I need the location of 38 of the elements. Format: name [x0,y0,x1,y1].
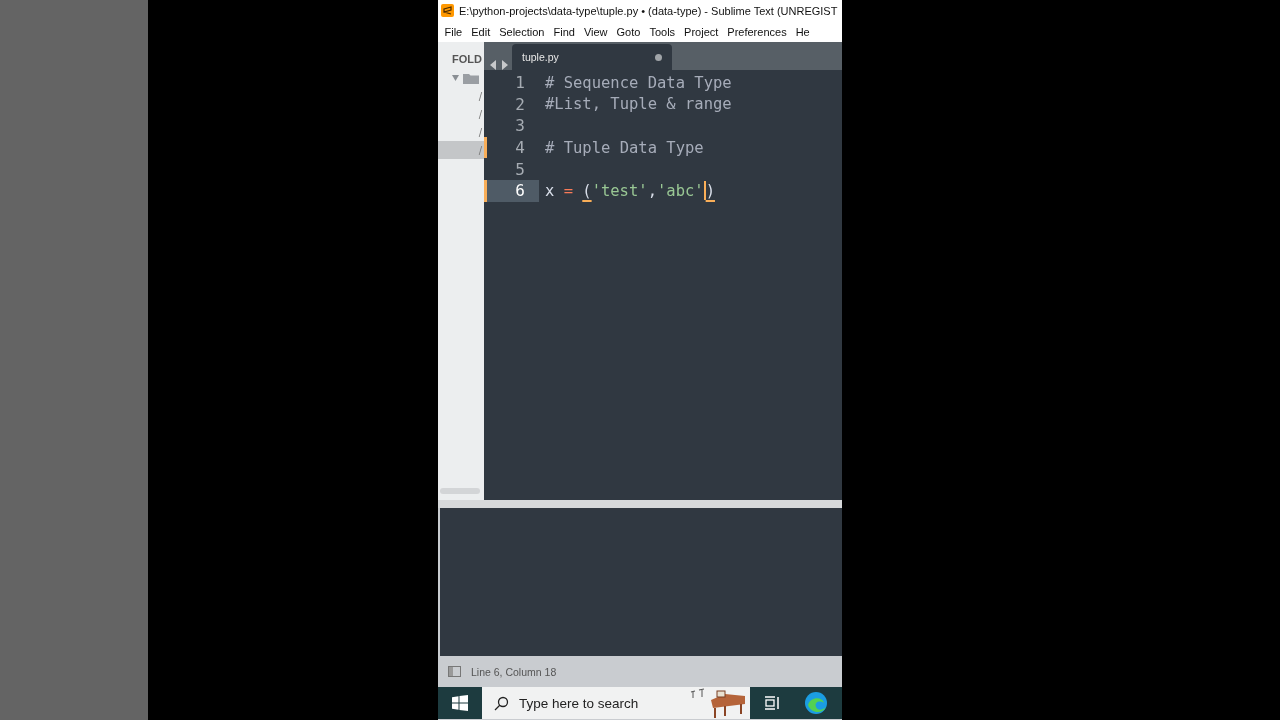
search-icon [494,695,509,711]
menu-item[interactable]: Preferences [722,25,792,38]
app-logo-icon [441,4,454,17]
line-number: 5 [514,158,526,180]
panel-toggle-icon[interactable] [448,666,461,677]
line-number: 3 [514,115,526,137]
search-field[interactable]: Type here to search [517,694,681,712]
sidebar-item[interactable]: / [438,105,484,123]
piano-drawing [689,688,747,718]
menu-item[interactable]: He [791,25,815,38]
sidebar-item[interactable]: / [438,123,484,141]
line-number: 6 [484,179,539,202]
code-line: # Sequence Data Type [544,73,732,92]
code-line: #List, Tuple & range [544,95,732,114]
code-line: x = ('test','abc') [544,181,715,201]
line-number: 4 [484,136,539,159]
arrows-icon[interactable] [490,60,508,70]
line-number: 1 [514,72,526,94]
sidebar-header: FOLD [451,52,483,67]
menu-item[interactable]: Selection [494,25,549,38]
status-text: Line 6, Column 18 [471,665,557,678]
menu-item[interactable]: Edit [466,25,495,38]
search-bar[interactable]: Type here to search [482,687,750,719]
expand-triangle-icon[interactable] [452,75,459,81]
menu-item[interactable]: Goto [612,25,645,38]
menu-item[interactable]: Tools [644,25,680,38]
code-line: # Tuple Data Type [544,138,704,157]
menu-item[interactable]: Project [679,25,723,38]
editor-tab[interactable]: tuple.py [512,44,672,70]
line-number: 2 [514,93,526,116]
windows-logo-icon [452,695,468,711]
menu-item[interactable]: View [579,25,613,38]
menu-item[interactable]: File [440,25,467,38]
scrollbar[interactable] [440,488,480,494]
window-title: E:\python-projects\data-type\tuple.py • (data-type) - Sublime Text (UNREGIST [459,4,838,17]
sidebar-item[interactable]: / [438,87,484,105]
menu-item[interactable]: Find [548,25,580,38]
folder-icon [463,72,479,84]
